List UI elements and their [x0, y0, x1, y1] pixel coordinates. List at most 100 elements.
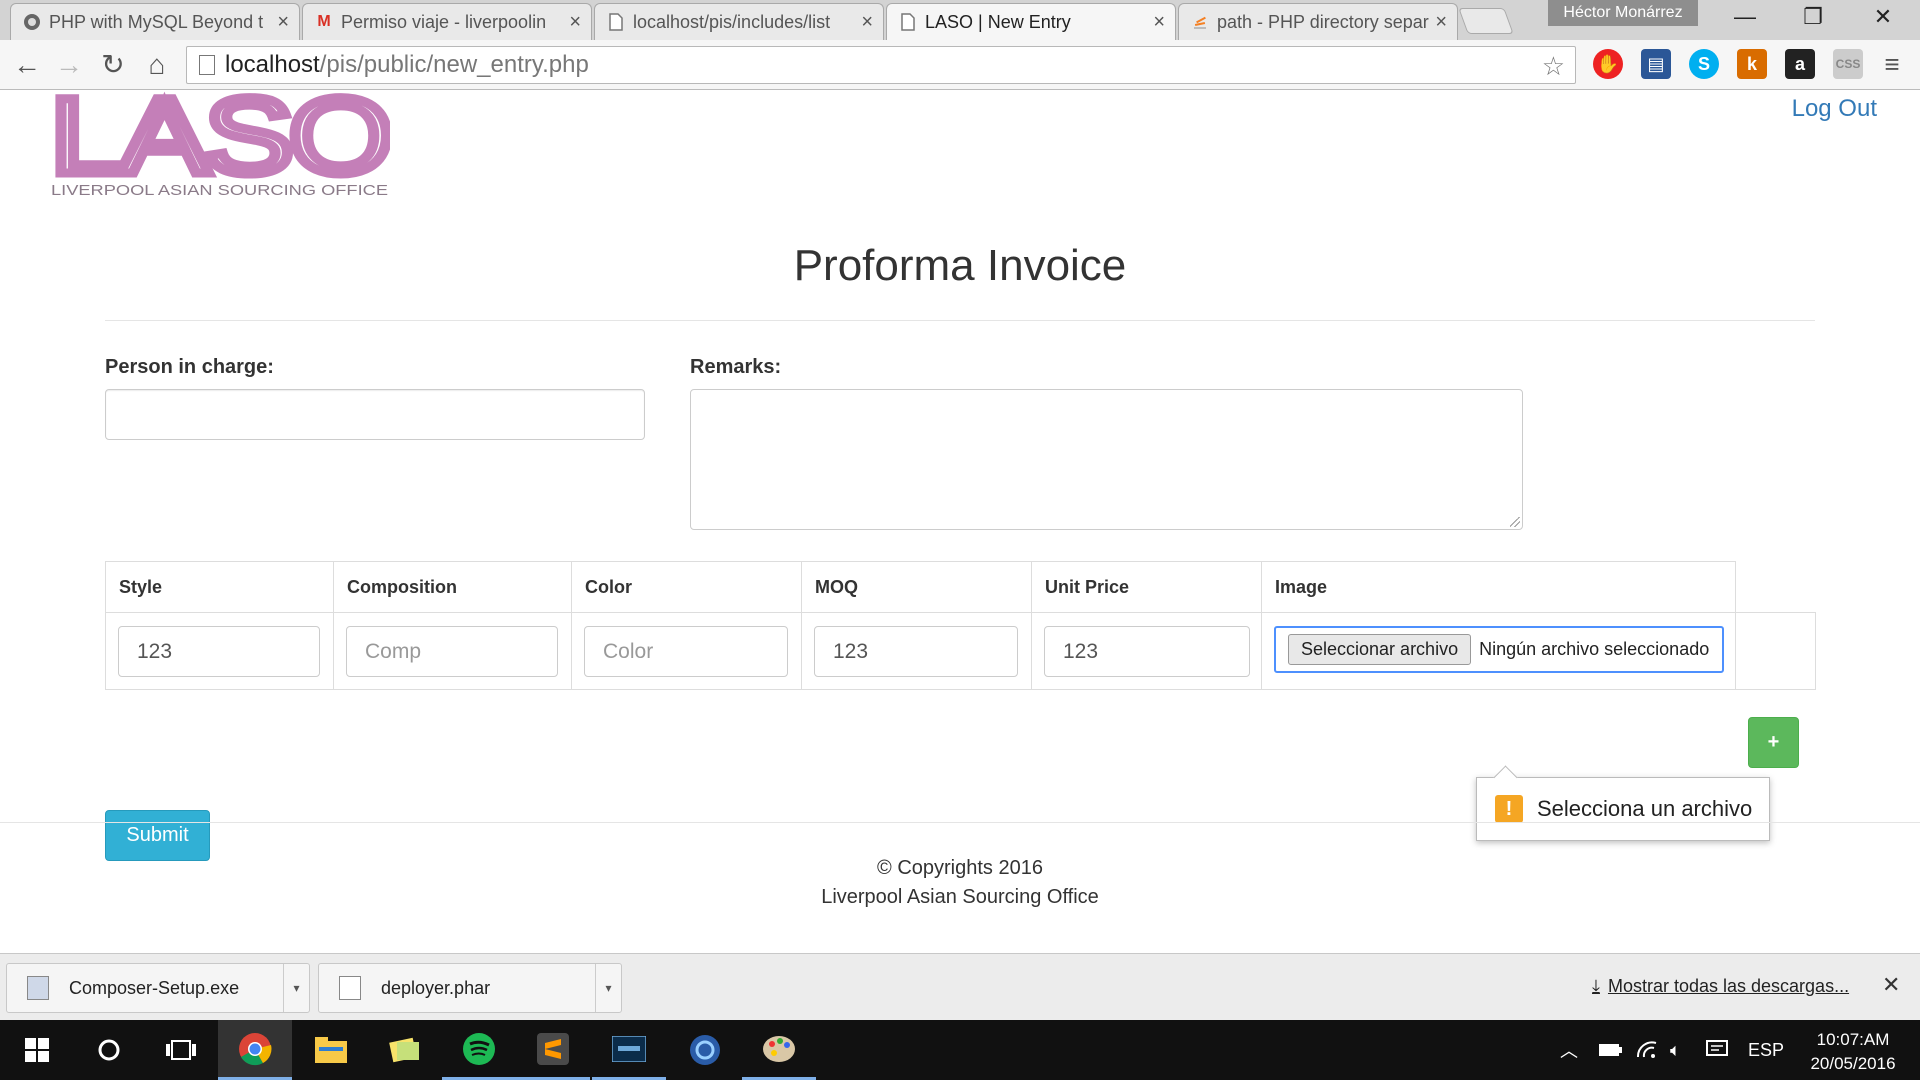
- footer-divider: [0, 822, 1920, 823]
- address-bar[interactable]: localhost/pis/public/new_entry.php ☆: [186, 46, 1576, 84]
- amazon-extension-icon[interactable]: a: [1785, 49, 1815, 79]
- download-item[interactable]: Composer-Setup.exe ▾: [6, 963, 310, 1013]
- header-unit-price: Unit Price: [1031, 561, 1262, 613]
- clock[interactable]: 10:07:AM 20/05/2016: [1798, 1028, 1908, 1076]
- clock-date: 20/05/2016: [1810, 1054, 1896, 1073]
- paint-icon[interactable]: [742, 1020, 816, 1080]
- validation-tooltip: ! Selecciona un archivo: [1476, 777, 1770, 841]
- person-in-charge-label: Person in charge:: [105, 356, 274, 378]
- chevron-down-icon[interactable]: ▾: [595, 964, 621, 1012]
- globe-icon: [23, 13, 41, 31]
- style-input[interactable]: 123: [118, 626, 320, 677]
- wifi-icon[interactable]: [1636, 1020, 1658, 1080]
- tab-path-php[interactable]: path - PHP directory separ ×: [1178, 3, 1458, 40]
- home-icon[interactable]: ⌂: [140, 48, 174, 82]
- page-content: LASO LIVERPOOL ASIAN SOURCING OFFICE Log…: [0, 71, 1920, 953]
- table-row: 123 Comp Color 123 123 Seleccionar archi…: [105, 612, 1816, 690]
- restore-icon[interactable]: ❐: [1788, 4, 1838, 30]
- new-tab-button[interactable]: [1458, 8, 1514, 34]
- tab-title: Permiso viaje - liverpoolin: [341, 11, 547, 32]
- installer-file-icon: [27, 976, 49, 1000]
- choose-file-button[interactable]: Seleccionar archivo: [1288, 634, 1472, 665]
- download-filename: Composer-Setup.exe: [69, 977, 240, 998]
- k-extension-icon[interactable]: k: [1737, 49, 1767, 79]
- tab-laso-new-entry[interactable]: LASO | New Entry ×: [886, 3, 1176, 40]
- css-extension-icon[interactable]: CSS: [1833, 49, 1863, 79]
- sticky-notes-icon[interactable]: [368, 1020, 442, 1080]
- reader-extension-icon[interactable]: ▤: [1641, 49, 1671, 79]
- file-icon: [339, 976, 361, 1000]
- cortana-icon[interactable]: [72, 1020, 146, 1080]
- unit-price-input[interactable]: 123: [1044, 626, 1250, 677]
- page-info-icon[interactable]: [199, 55, 215, 75]
- resize-grip-icon[interactable]: [1510, 517, 1520, 527]
- warning-icon: !: [1495, 795, 1523, 823]
- header-moq: MOQ: [801, 561, 1032, 613]
- task-view-icon[interactable]: [144, 1020, 218, 1080]
- file-explorer-icon[interactable]: [294, 1020, 368, 1080]
- tab-title: PHP with MySQL Beyond t: [49, 11, 264, 32]
- gmail-icon: M: [317, 13, 331, 30]
- footer-company: Liverpool Asian Sourcing Office: [821, 886, 1099, 908]
- composition-input[interactable]: Comp: [346, 626, 558, 677]
- cell-image: Seleccionar archivo Ningún archivo selec…: [1261, 612, 1736, 690]
- cell-composition: Comp: [333, 612, 572, 690]
- language-indicator[interactable]: ESP: [1748, 1020, 1784, 1080]
- header-image: Image: [1261, 561, 1736, 613]
- chevron-down-icon[interactable]: ▾: [283, 964, 309, 1012]
- footer-copyright: © Copyrights 2016: [877, 857, 1043, 879]
- product-table: Style Composition Color MOQ Unit Price I…: [105, 561, 1816, 690]
- download-filename: deployer.phar: [381, 977, 491, 998]
- file-status-text: Ningún archivo seleccionado: [1479, 639, 1710, 659]
- logout-link[interactable]: Log Out: [1792, 95, 1877, 123]
- mysql-workbench-icon[interactable]: [592, 1020, 666, 1080]
- show-all-downloads-link[interactable]: ⤓ Mostrar todas las descargas...: [1592, 976, 1849, 997]
- submit-button[interactable]: Submit: [105, 810, 210, 861]
- menu-icon[interactable]: ≡: [1877, 49, 1907, 79]
- close-shelf-icon[interactable]: ✕: [1882, 972, 1900, 998]
- close-icon[interactable]: ×: [569, 11, 581, 34]
- minimize-icon[interactable]: —: [1720, 4, 1770, 30]
- download-shelf: Composer-Setup.exe ▾ deployer.phar ▾ ⤓ M…: [0, 953, 1920, 1020]
- spotify-icon[interactable]: [442, 1020, 516, 1080]
- battery-icon[interactable]: [1598, 1020, 1622, 1080]
- moq-input[interactable]: 123: [814, 626, 1018, 677]
- cell-style: 123: [105, 612, 334, 690]
- person-in-charge-input[interactable]: [105, 389, 645, 440]
- divider: [105, 320, 1815, 321]
- download-item[interactable]: deployer.phar ▾: [318, 963, 622, 1013]
- window-close-icon[interactable]: ✕: [1858, 4, 1908, 30]
- reload-icon[interactable]: ↻: [96, 48, 130, 82]
- remarks-textarea[interactable]: [690, 389, 1523, 530]
- back-icon[interactable]: ←: [10, 48, 44, 82]
- cell-actions: [1735, 612, 1816, 690]
- tab-permiso-viaje[interactable]: M Permiso viaje - liverpoolin ×: [302, 3, 592, 40]
- tab-title: path - PHP directory separ: [1217, 11, 1429, 32]
- color-input[interactable]: Color: [584, 626, 788, 677]
- phpstorm-icon[interactable]: [668, 1020, 742, 1080]
- close-icon[interactable]: ×: [861, 11, 873, 34]
- close-icon[interactable]: ×: [277, 11, 289, 34]
- browser-toolbar: ← → ↻ ⌂ localhost/pis/public/new_entry.p…: [0, 40, 1920, 90]
- page-icon: [607, 13, 625, 31]
- volume-icon[interactable]: 🔈︎: [1670, 1020, 1681, 1080]
- profile-button[interactable]: Héctor Monárrez: [1548, 0, 1698, 26]
- forward-icon[interactable]: →: [52, 48, 86, 82]
- chrome-taskbar-icon[interactable]: [218, 1020, 292, 1080]
- image-file-input[interactable]: Seleccionar archivo Ningún archivo selec…: [1274, 626, 1724, 673]
- bookmark-star-icon[interactable]: ☆: [1542, 51, 1565, 82]
- tab-includes-list[interactable]: localhost/pis/includes/list ×: [594, 3, 884, 40]
- tab-php-mysql[interactable]: PHP with MySQL Beyond t ×: [10, 3, 300, 40]
- close-icon[interactable]: ×: [1153, 11, 1165, 34]
- notifications-icon[interactable]: [1706, 1020, 1728, 1080]
- clock-time: 10:07:AM: [1816, 1030, 1890, 1049]
- sublime-text-icon[interactable]: [516, 1020, 590, 1080]
- tray-chevron-icon[interactable]: ︿: [1560, 1020, 1578, 1080]
- windows-start-icon[interactable]: [0, 1020, 74, 1080]
- cell-color: Color: [571, 612, 802, 690]
- browser-tabstrip: PHP with MySQL Beyond t × M Permiso viaj…: [0, 0, 1920, 40]
- add-row-button[interactable]: +: [1748, 717, 1799, 768]
- adblock-extension-icon[interactable]: ✋: [1593, 49, 1623, 79]
- skype-extension-icon[interactable]: S: [1689, 49, 1719, 79]
- close-icon[interactable]: ×: [1435, 11, 1447, 34]
